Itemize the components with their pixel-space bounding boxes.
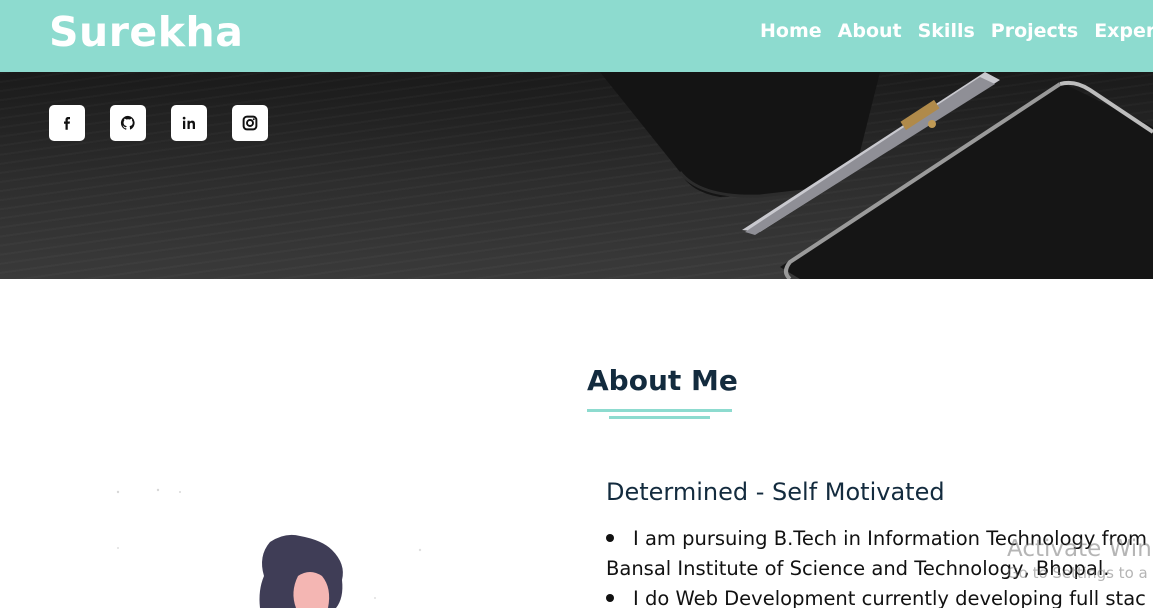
bullet-text: I do Web Development currently developin… [633,587,1146,608]
facebook-button[interactable] [49,105,85,141]
list-item: I do Web Development currently developin… [606,584,1153,608]
instagram-icon [242,115,258,131]
social-links [49,105,268,141]
main-nav: Home About Skills Projects Experienc [760,20,1153,42]
about-subtitle: Determined - Self Motivated [606,478,945,506]
instagram-button[interactable] [232,105,268,141]
top-navbar: Surekha Home About Skills Projects Exper… [0,0,1153,72]
facebook-icon [64,117,70,130]
nav-experience-link[interactable]: Experienc [1094,20,1153,42]
nav-skills-link[interactable]: Skills [918,20,975,42]
nav-home-link[interactable]: Home [760,20,822,42]
watermark-subtitle: Go to Settings to a [1007,564,1148,582]
nav-projects-link[interactable]: Projects [991,20,1078,42]
hero-banner [0,72,1153,279]
linkedin-icon [182,116,195,129]
heading-underline-short [609,416,710,419]
desk-photo-illustration [600,72,1153,279]
about-heading: About Me [587,364,738,397]
nav-about-link[interactable]: About [838,20,902,42]
watermark-title: Activate Wind [1007,536,1153,562]
heading-underline [587,409,732,412]
brand-logo[interactable]: Surekha [49,8,243,56]
about-illustration [116,488,422,608]
github-button[interactable] [110,105,146,141]
linkedin-button[interactable] [171,105,207,141]
activate-windows-watermark: Activate Wind Go to Settings to a [1007,536,1153,582]
github-icon [120,115,135,130]
